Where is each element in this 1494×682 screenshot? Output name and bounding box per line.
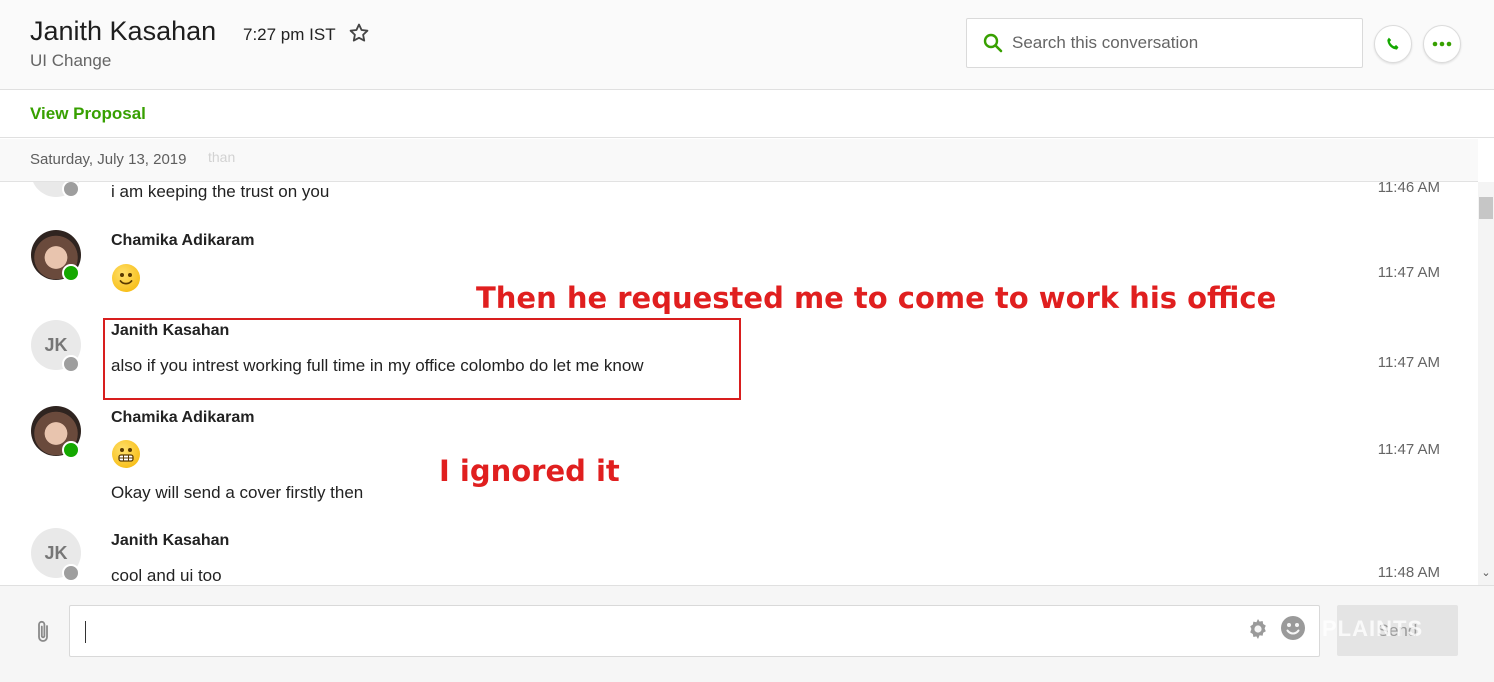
status-offline-indicator bbox=[62, 564, 80, 582]
slightly-smiling-face-emoji-icon bbox=[112, 264, 140, 292]
search-input[interactable] bbox=[1012, 20, 1352, 66]
more-icon bbox=[1432, 41, 1452, 47]
annotation-highlight-box bbox=[103, 318, 741, 400]
status-offline-indicator bbox=[62, 180, 80, 198]
phone-icon bbox=[1387, 37, 1399, 50]
message-time: 11:47 AM bbox=[1377, 441, 1440, 458]
message-time: 11:48 AM bbox=[1377, 564, 1440, 581]
message-sender[interactable]: Chamika Adikaram bbox=[111, 409, 254, 427]
message-sender[interactable]: Janith Kasahan bbox=[111, 532, 229, 550]
message-text: Okay will send a cover firstly then bbox=[111, 483, 364, 502]
smile-icon bbox=[119, 273, 133, 285]
message-text: cool and ui too bbox=[111, 566, 222, 585]
message-time: 11:47 AM bbox=[1377, 354, 1440, 371]
call-button[interactable] bbox=[1374, 25, 1412, 63]
date-label: Saturday, July 13, 2019 bbox=[30, 151, 187, 168]
search-icon bbox=[983, 33, 1003, 53]
contact-name[interactable]: Janith Kasahan bbox=[30, 16, 216, 47]
star-icon[interactable] bbox=[348, 22, 370, 44]
message-sender[interactable]: Chamika Adikaram bbox=[111, 232, 254, 250]
search-box[interactable] bbox=[966, 18, 1363, 68]
status-online-indicator bbox=[62, 264, 80, 282]
proposal-bar: View Proposal bbox=[0, 90, 1494, 138]
status-offline-indicator bbox=[62, 355, 80, 373]
more-options-button[interactable] bbox=[1423, 25, 1461, 63]
scroll-down-arrow-icon[interactable]: ⌄ bbox=[1480, 566, 1492, 580]
view-proposal-link[interactable]: View Proposal bbox=[30, 104, 146, 124]
annotation-note: I ignored it bbox=[439, 454, 620, 488]
faded-sender-name: than bbox=[208, 149, 236, 165]
conversation-header: Janith Kasahan 7:27 pm IST UI Change bbox=[0, 0, 1494, 90]
status-online-indicator bbox=[62, 441, 80, 459]
annotation-note: Then he requested me to come to work his… bbox=[476, 281, 1277, 315]
gear-icon[interactable] bbox=[1246, 617, 1270, 641]
grimace-icon bbox=[118, 448, 134, 462]
message-row: Chamika Adikaram Okay will send a cover … bbox=[0, 401, 1478, 525]
contact-local-time: 7:27 pm IST bbox=[243, 25, 336, 44]
message-time: 11:47 AM bbox=[1377, 264, 1440, 281]
date-divider: Saturday, July 13, 2019 than bbox=[0, 139, 1478, 182]
conversation-subtitle: UI Change bbox=[30, 51, 112, 70]
message-input[interactable] bbox=[69, 605, 1320, 657]
message-row: JK Janith Kasahan cool and ui too 11:48 … bbox=[0, 525, 1478, 585]
grimacing-face-emoji-icon bbox=[112, 440, 140, 468]
paperclip-icon[interactable] bbox=[32, 618, 54, 646]
message-scrollbar[interactable] bbox=[1478, 182, 1494, 585]
text-caret bbox=[85, 621, 86, 643]
emoji-picker-icon[interactable] bbox=[1280, 615, 1306, 641]
message-text: i am keeping the trust on you bbox=[111, 182, 330, 201]
scrollbar-thumb[interactable] bbox=[1479, 197, 1493, 219]
watermark-text: PLAINTS bbox=[1322, 616, 1424, 641]
